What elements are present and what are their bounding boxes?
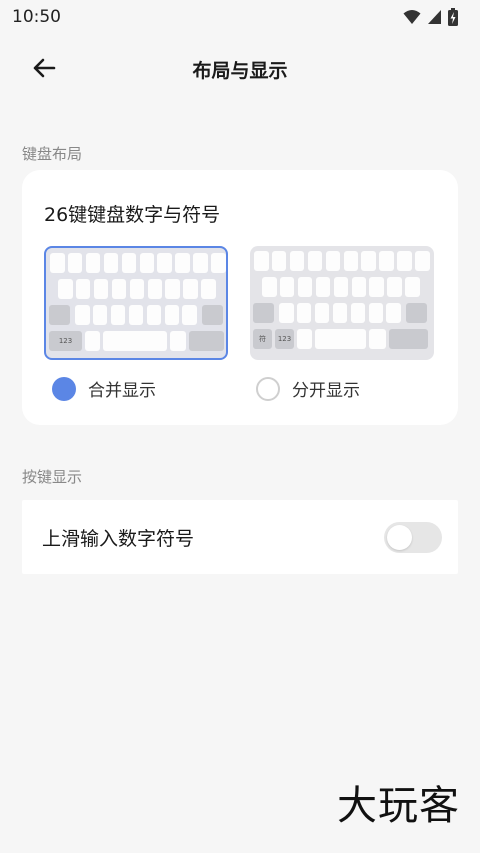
- keyboard-key: [93, 279, 109, 299]
- keyboard-key: [139, 253, 155, 273]
- keyboard-key: [297, 329, 312, 349]
- keyboard-key: [211, 253, 226, 273]
- keyboard-key: [332, 303, 348, 323]
- keyboard-key: [262, 277, 277, 297]
- key-label: 符: [259, 335, 266, 343]
- keyboard-key: [387, 277, 402, 297]
- keyboard-key: [146, 305, 162, 325]
- keyboard-key: [314, 303, 330, 323]
- keyboard-key: [111, 279, 127, 299]
- keyboard-key: [296, 303, 312, 323]
- keyboard-key: [389, 329, 428, 349]
- keyboard-key: [325, 251, 341, 271]
- keyboard-key: [75, 305, 90, 325]
- key-label: 123: [58, 337, 73, 345]
- keyboard-key: [315, 329, 366, 349]
- radio-button-split[interactable]: [256, 376, 280, 401]
- keyboard-key: [147, 279, 163, 299]
- keyboard-key: [279, 277, 295, 297]
- status-time: 10:50: [12, 7, 61, 27]
- keyboard-key: [405, 277, 420, 297]
- keyboard-key: [50, 253, 65, 273]
- keyboard-key: 123: [49, 331, 82, 351]
- keyboard-key: [333, 277, 349, 297]
- keyboard-key: [121, 253, 137, 273]
- keyboard-key: [110, 305, 126, 325]
- keyboard-key: [165, 279, 180, 299]
- watermark: 大玩客: [337, 783, 460, 829]
- wifi-icon: [403, 9, 421, 25]
- keyboard-preview-merged[interactable]: 123: [44, 246, 228, 360]
- keyboard-key: [279, 303, 294, 323]
- keyboard-key: [183, 279, 198, 299]
- card-title: 26键键盘数字与符号: [44, 204, 221, 226]
- radio-label-split: 分开显示: [292, 381, 360, 401]
- swipe-up-label: 上滑输入数字符号: [42, 528, 195, 550]
- swipe-up-setting-row[interactable]: 上滑输入数字符号: [22, 500, 458, 574]
- section-label-keyboard-layout: 键盘布局: [22, 145, 83, 163]
- keyboard-key: [415, 251, 430, 271]
- keyboard-key: [103, 331, 167, 351]
- keyboard-key: [343, 251, 359, 271]
- keyboard-key: [368, 303, 384, 323]
- keyboard-key: [67, 253, 83, 273]
- keyboard-key: [49, 305, 70, 325]
- keyboard-key: [254, 251, 269, 271]
- keyboard-key: [369, 329, 386, 349]
- section-label-key-display: 按键显示: [22, 468, 83, 486]
- keyboard-key: [170, 331, 186, 351]
- keyboard-key: [202, 305, 223, 325]
- keyboard-key: [350, 303, 366, 323]
- radio-button-merged[interactable]: [52, 376, 76, 401]
- keyboard-key: [406, 303, 427, 323]
- keyboard-key: [315, 277, 331, 297]
- keyboard-key: [307, 251, 323, 271]
- keyboard-key: [58, 279, 73, 299]
- page-title: 布局与显示: [192, 60, 288, 82]
- keyboard-key: [189, 331, 224, 351]
- keyboard-key: [289, 251, 305, 271]
- keyboard-key: [128, 305, 144, 325]
- keyboard-key: [253, 303, 274, 323]
- keyboard-key: [157, 253, 172, 273]
- keyboard-key: [85, 253, 101, 273]
- keyboard-key: 123: [275, 329, 294, 349]
- keyboard-key: [201, 279, 216, 299]
- keyboard-key: [379, 251, 394, 271]
- keyboard-preview-split[interactable]: 符 123: [250, 246, 434, 360]
- keyboard-key: [92, 305, 108, 325]
- keyboard-key: [397, 251, 412, 271]
- radio-option-merged[interactable]: 合并显示: [52, 376, 156, 401]
- keyboard-key: 符: [253, 329, 272, 349]
- keyboard-key: [75, 279, 91, 299]
- keyboard-key: [164, 305, 180, 325]
- keyboard-key: [386, 303, 401, 323]
- keyboard-key: [369, 277, 384, 297]
- signal-icon: [427, 9, 442, 25]
- keyboard-key: [193, 253, 208, 273]
- swipe-up-toggle[interactable]: [384, 522, 442, 553]
- app-bar: 布局与显示: [0, 46, 480, 94]
- keyboard-key: [103, 253, 119, 273]
- keyboard-key: [129, 279, 145, 299]
- status-icons: [403, 8, 458, 26]
- radio-option-split[interactable]: 分开显示: [256, 376, 360, 401]
- keyboard-layout-card: 26键键盘数字与符号 123 符 123 合并显示 分开显示: [22, 170, 458, 425]
- keyboard-key: [271, 251, 287, 271]
- battery-charging-icon: [448, 8, 458, 26]
- keyboard-key: [361, 251, 376, 271]
- status-bar: 10:50: [0, 0, 480, 34]
- keyboard-key: [351, 277, 367, 297]
- toggle-knob: [387, 525, 412, 550]
- radio-label-merged: 合并显示: [88, 381, 156, 401]
- keyboard-key: [182, 305, 197, 325]
- key-label: 123: [277, 335, 292, 343]
- keyboard-key: [297, 277, 313, 297]
- keyboard-key: [175, 253, 190, 273]
- keyboard-key: [85, 331, 100, 351]
